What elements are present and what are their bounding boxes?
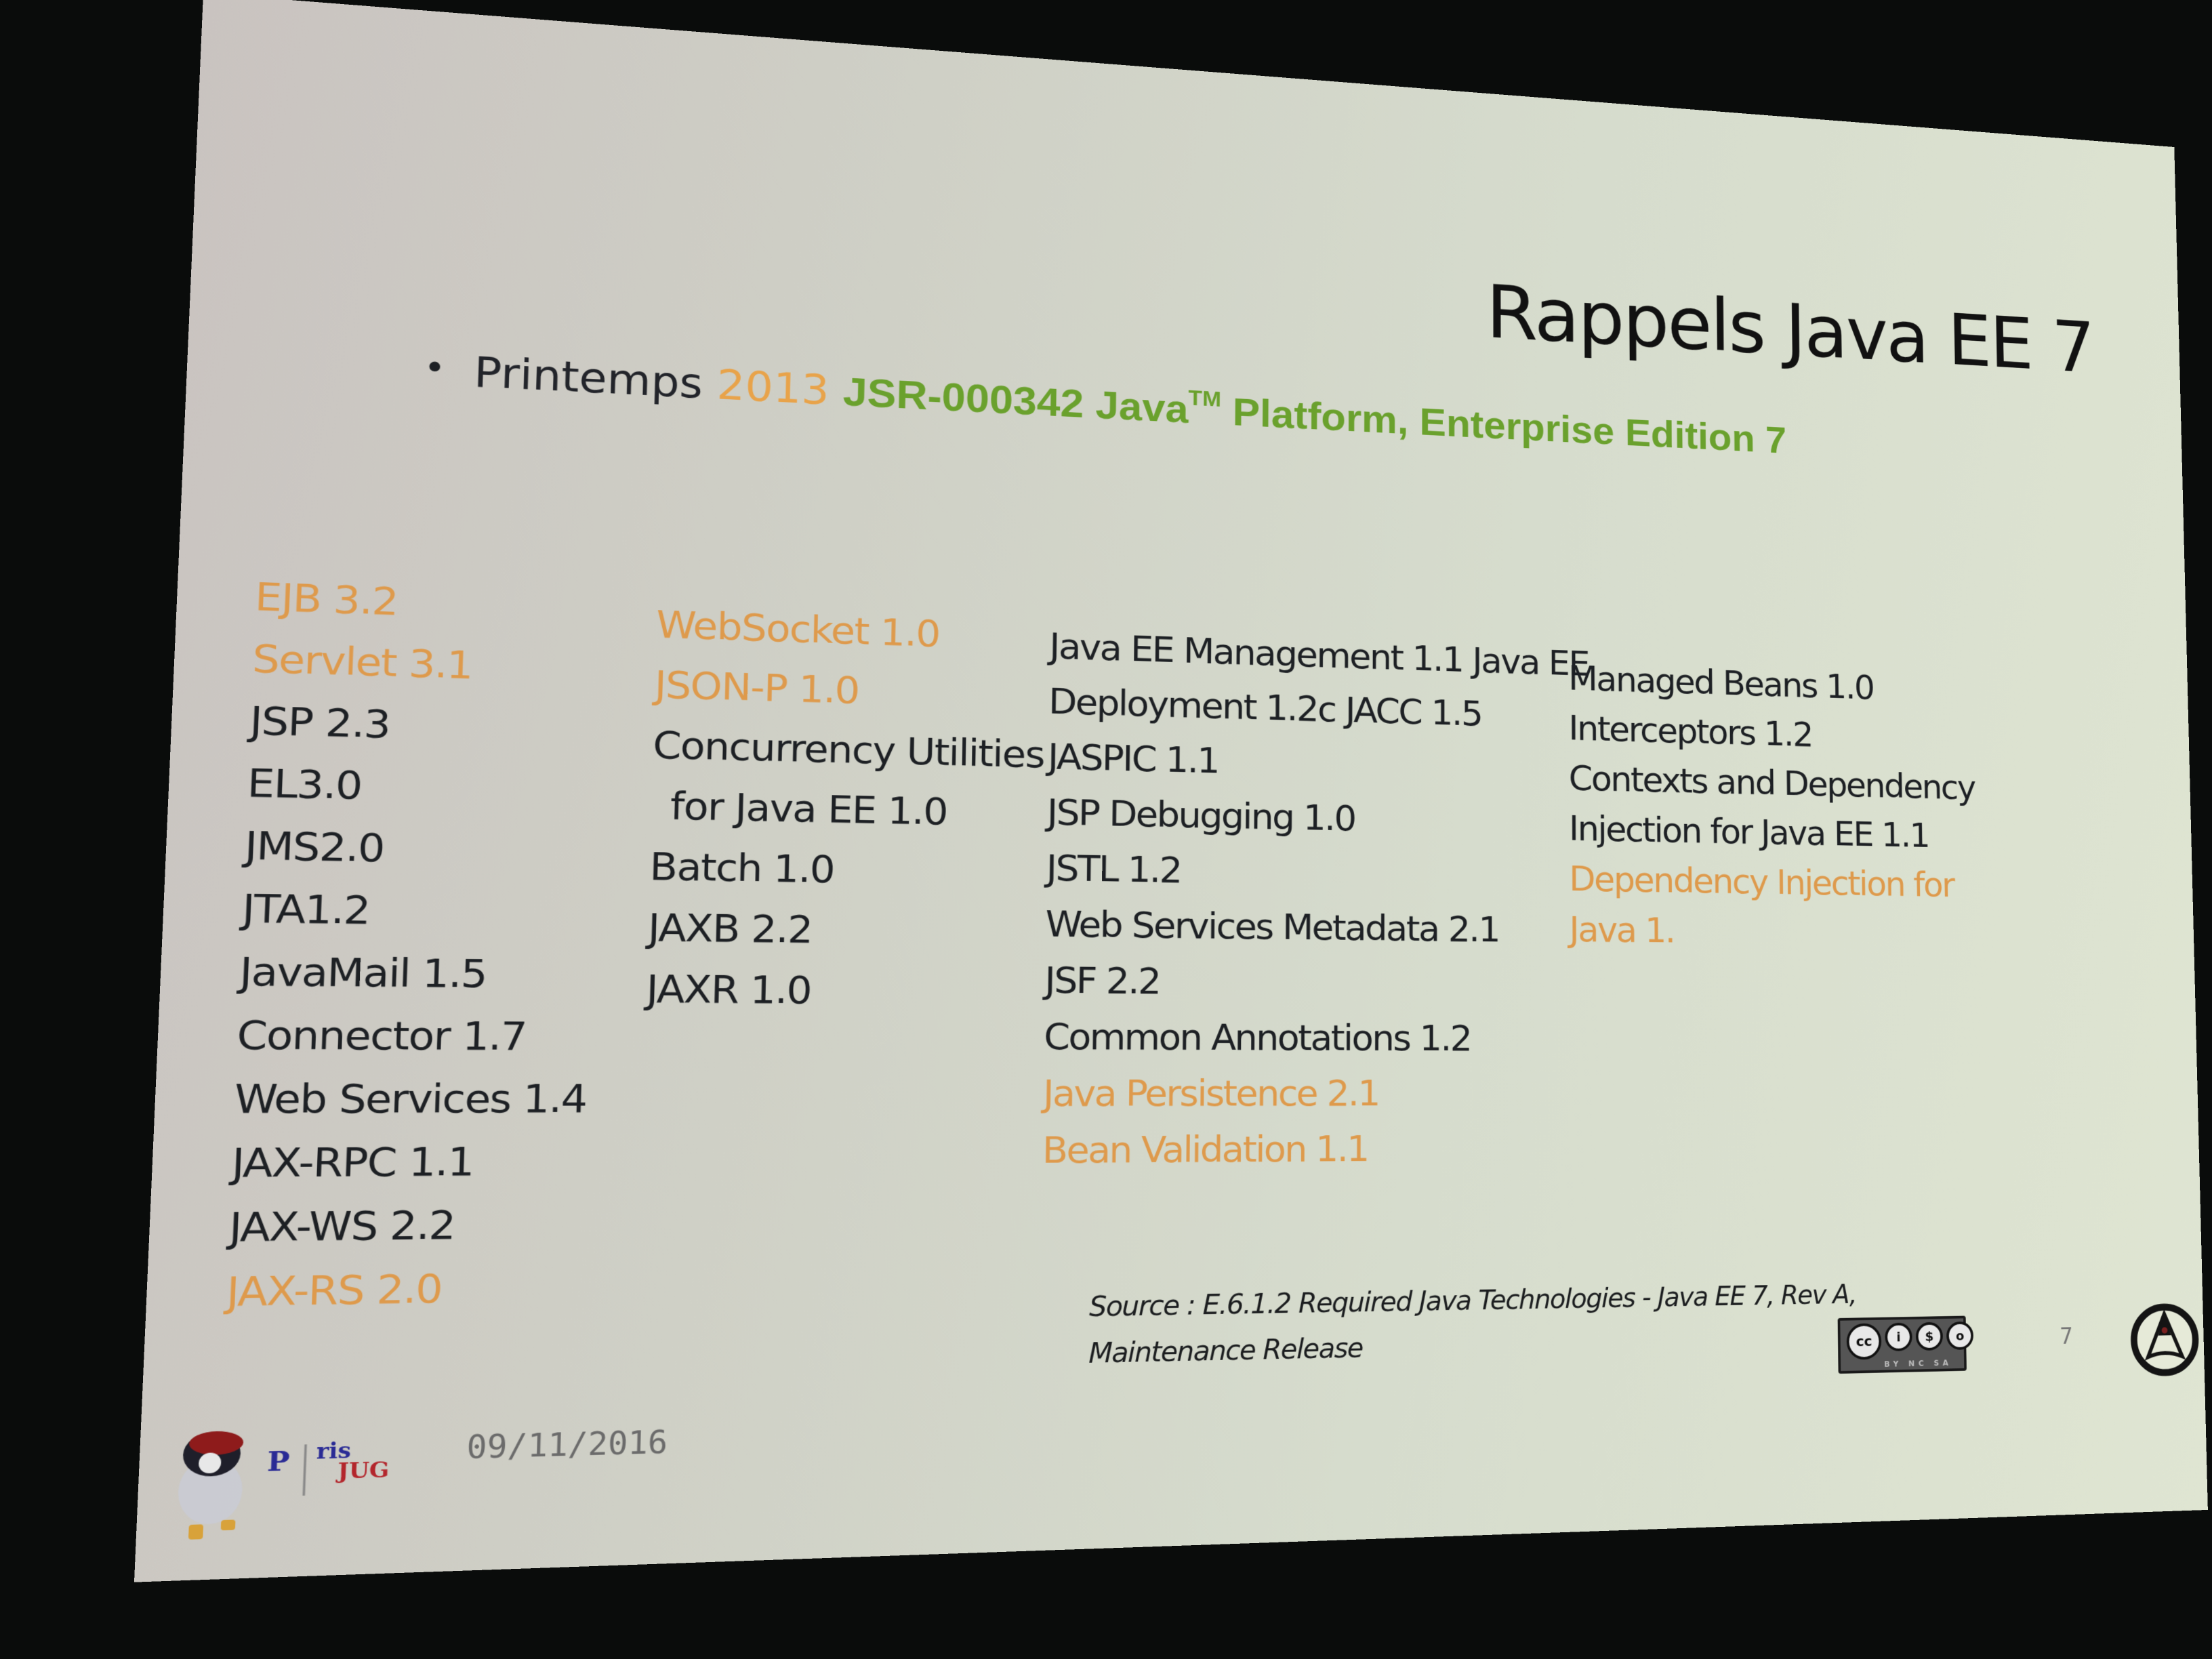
nc-icon: $	[1915, 1322, 1944, 1351]
spec-item: Batch 1.0	[649, 844, 835, 892]
jsr-name: JSR-000342 Java	[842, 369, 1189, 432]
projected-slide: Rappels Java EE 7 • Printemps 2013 JSR-00…	[134, 0, 2208, 1582]
bullet-icon: •	[423, 347, 447, 388]
presentation-date: 09/11/2016	[466, 1425, 668, 1467]
spec-item: Contexts and Dependency	[1568, 758, 1975, 808]
by-icon: i	[1885, 1322, 1912, 1352]
page-number: 7	[2060, 1323, 2074, 1350]
spec-item: Java Persistence 2.1	[1042, 1071, 1379, 1115]
spec-item: Web Services Metadata 2.1	[1045, 903, 1499, 950]
spec-item: JavaMail 1.5	[239, 949, 488, 997]
sa-icon: o	[1946, 1321, 1974, 1351]
creative-commons-by-nc-sa-icon: cc i $ o BY NC SA	[1837, 1315, 1974, 1374]
jsr-rest: Platform, Enterprise Edition 7	[1221, 389, 1787, 462]
trademark-mark: TM	[1188, 386, 1222, 412]
spec-column-1: EJB 3.2 Servlet 3.1 JSP 2.3 EL3.0 JMS2.0 JTA1…	[225, 566, 602, 1324]
source-citation: Source : E.6.1.2 Required Java Technolog…	[1088, 1273, 1857, 1377]
parisjug-logo: P ris JUG	[144, 1398, 434, 1553]
parisjug-duke-logo-icon: P ris JUG	[177, 1431, 390, 1540]
spec-item: JAX-RS 2.0	[225, 1265, 443, 1316]
spec-item: JSON-P 1.0	[653, 662, 860, 713]
spec-item: Servlet 3.1	[251, 636, 474, 688]
spec-item: Web Services 1.4	[233, 1076, 588, 1123]
spec-item: Connector 1.7	[236, 1012, 527, 1060]
spec-item: JSP 2.3	[249, 698, 391, 747]
spec-item: Dependency Injection for	[1569, 858, 1954, 905]
spec-item: JAX-WS 2.2	[228, 1202, 456, 1252]
slide-title: Rappels Java EE 7	[1486, 268, 2095, 389]
slide-subtitle: • Printemps 2013 JSR-000342 JavaTM Platfo…	[423, 344, 1787, 462]
spec-item: Java 1.	[1569, 909, 1675, 951]
spec-column-4: Managed Beans 1.0 Interceptors 1.2 Context…	[1568, 653, 1978, 959]
subtitle-lead: Printemps	[473, 347, 703, 408]
spec-column-3: Java EE Management 1.1 Java EE Deployment…	[1042, 619, 1591, 1179]
logo-p: P	[266, 1444, 290, 1477]
spec-item: Injection for Java EE 1.1	[1568, 808, 1929, 855]
spec-item: JSF 2.2	[1044, 959, 1160, 1002]
spec-item: JTA1.2	[241, 886, 371, 934]
logo-jug: JUG	[335, 1457, 390, 1484]
spec-item: Common Annotations 1.2	[1043, 1015, 1471, 1059]
spec-item: EJB 3.2	[253, 574, 399, 625]
spec-column-2: WebSocket 1.0 JSON-P 1.0 Concurrency Utili…	[645, 594, 1046, 1022]
spec-item: Bean Validation 1.1	[1042, 1128, 1368, 1172]
spec-item: Concurrency Utilities	[652, 722, 1045, 777]
cc-icon: cc	[1846, 1323, 1882, 1360]
circular-a-logo-icon	[2129, 1302, 2200, 1378]
spec-item: JAXB 2.2	[647, 905, 813, 952]
license-caption: BY NC SA	[1884, 1358, 1952, 1369]
spec-item: for Java EE 1.0	[670, 783, 948, 834]
spec-item: JAX-RPC 1.1	[230, 1139, 474, 1187]
subtitle-jsr: JSR-000342 JavaTM Platform, Enterprise E…	[842, 369, 1786, 462]
spec-item: JSTL 1.2	[1046, 846, 1181, 891]
spec-item: JAXR 1.0	[645, 966, 812, 1013]
spec-item: JMS2.0	[243, 823, 385, 872]
subtitle-year: 2013	[716, 360, 830, 415]
spec-item: EL3.0	[246, 760, 363, 808]
